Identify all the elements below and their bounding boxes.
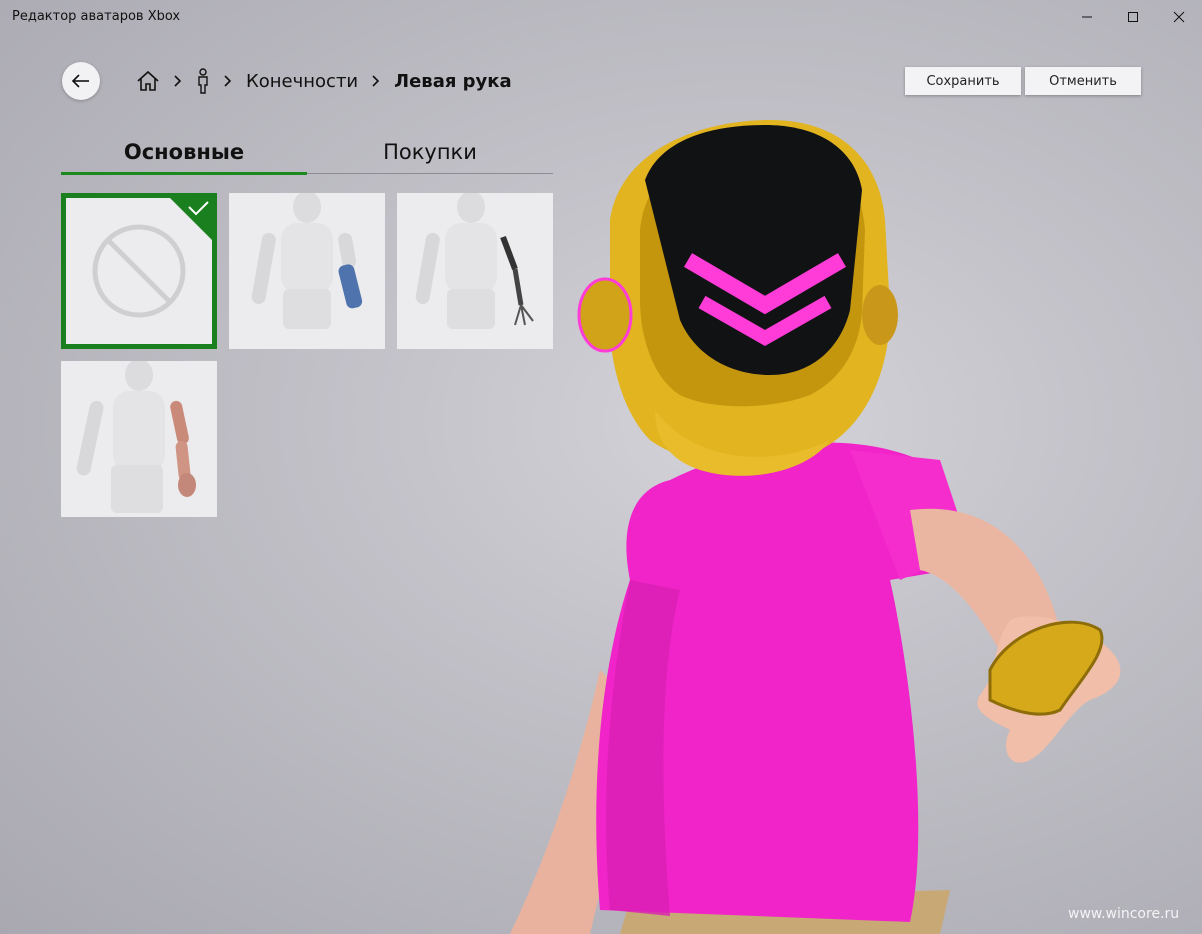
- save-button[interactable]: Сохранить: [905, 67, 1021, 95]
- minimize-icon: [1082, 16, 1092, 18]
- avatar-thumbnail-icon: [76, 361, 196, 513]
- minimize-button[interactable]: [1064, 0, 1110, 34]
- chevron-right-icon: [372, 75, 380, 87]
- close-icon: [1173, 11, 1185, 23]
- person-icon[interactable]: [196, 68, 210, 94]
- watermark: www.wincore.ru: [1068, 906, 1180, 922]
- chevron-right-icon: [224, 75, 232, 87]
- avatar-thumbnail-icon: [251, 193, 363, 329]
- arrow-left-icon: [71, 74, 89, 88]
- title-bar: Редактор аватаров Xbox: [0, 0, 1202, 34]
- close-button[interactable]: [1156, 0, 1202, 34]
- item-tile-cast-arm[interactable]: [229, 193, 385, 349]
- breadcrumb-current: Левая рука: [394, 70, 512, 92]
- chevron-right-icon: [174, 75, 182, 87]
- breadcrumb: Конечности Левая рука: [136, 66, 512, 96]
- maximize-icon: [1128, 12, 1138, 22]
- tab-selected-indicator: [61, 172, 307, 175]
- tab-basic[interactable]: Основные: [61, 132, 307, 172]
- breadcrumb-limbs[interactable]: Конечности: [246, 71, 358, 92]
- maximize-button[interactable]: [1110, 0, 1156, 34]
- item-tile-none[interactable]: [61, 193, 217, 349]
- home-icon[interactable]: [136, 70, 160, 92]
- avatar-preview[interactable]: [470, 110, 1170, 934]
- window-title: Редактор аватаров Xbox: [12, 9, 181, 24]
- cancel-button[interactable]: Отменить: [1025, 67, 1141, 95]
- checkmark-icon: [170, 198, 212, 240]
- back-button[interactable]: [62, 62, 100, 100]
- item-tile-mechanical-arm[interactable]: [61, 361, 217, 517]
